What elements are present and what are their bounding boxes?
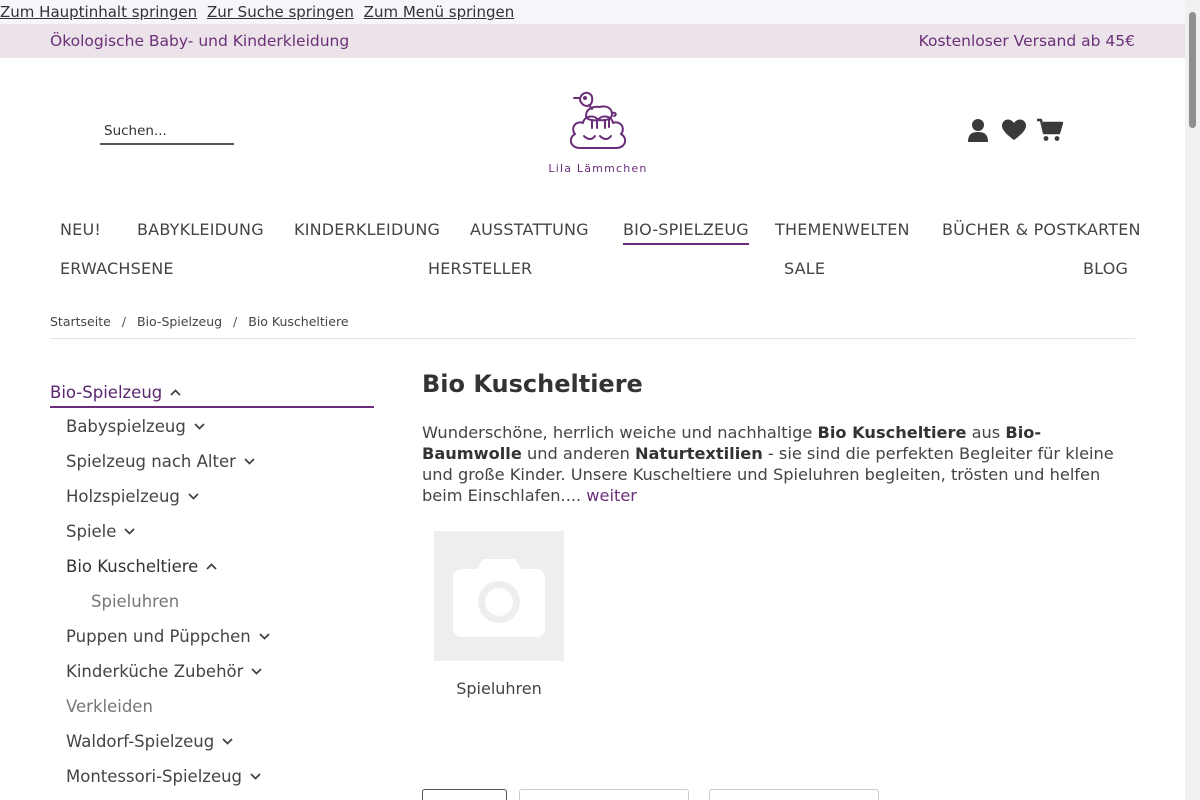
heart-icon	[1002, 119, 1026, 140]
nav-item-themenwelten[interactable]: THEMENWELTEN	[775, 220, 910, 239]
breadcrumb-separator: /	[233, 314, 238, 329]
nav-item-blog[interactable]: BLOG	[1083, 259, 1128, 278]
breadcrumb-home[interactable]: Startseite	[50, 314, 111, 329]
sidebar-heading[interactable]: Bio-Spielzeug	[50, 378, 374, 408]
chevron-up-icon	[170, 388, 181, 396]
subcategory-thumbnail	[434, 531, 564, 661]
cart-button[interactable]	[1037, 117, 1063, 143]
sidebar-item-verkleiden[interactable]: Verkleiden	[66, 697, 153, 716]
skip-to-search-link[interactable]: Zur Suche springen	[207, 3, 354, 21]
nav-item-kinderkleidung[interactable]: KINDERKLEIDUNG	[294, 220, 440, 239]
sidebar-item-babyspielzeug[interactable]: Babyspielzeug	[66, 417, 205, 436]
logo-text: Lila Lämmchen	[548, 162, 648, 175]
search-box	[100, 118, 234, 145]
sidebar-item-bio-kuscheltiere[interactable]: Bio Kuscheltiere	[66, 557, 217, 576]
nav-item-erwachsene[interactable]: ERWACHSENE	[60, 259, 174, 278]
category-sidebar: Bio-Spielzeug Babyspielzeug Spielzeug na…	[50, 378, 374, 786]
sidebar-item-kinderkueche[interactable]: Kinderküche Zubehör	[66, 662, 263, 681]
breadcrumb-separator: /	[121, 314, 127, 329]
nav-item-bio-spielzeug[interactable]: BIO-SPIELZEUG	[623, 220, 749, 245]
page-scrollbar[interactable]	[1185, 0, 1200, 800]
breadcrumb-current[interactable]: Bio Kuscheltiere	[248, 314, 348, 329]
subcategory-card-spieluhren[interactable]: Spieluhren	[434, 531, 564, 698]
sidebar-item-spiele[interactable]: Spiele	[66, 522, 136, 541]
chevron-down-icon	[244, 458, 255, 465]
nav-item-ausstattung[interactable]: AUSSTATTUNG	[470, 220, 589, 239]
category-description: Wunderschöne, herrlich weiche und nachha…	[422, 423, 1114, 505]
breadcrumb-bio-spielzeug[interactable]: Bio-Spielzeug	[137, 314, 222, 329]
search-input[interactable]	[100, 118, 234, 143]
skip-links: Zum Hauptinhalt springen Zur Suche sprin…	[0, 0, 1185, 24]
sidebar-heading-label: Bio-Spielzeug	[50, 382, 163, 402]
sort-select[interactable]	[519, 789, 689, 800]
sidebar-item-montessori[interactable]: Montessori-Spielzeug	[66, 767, 261, 786]
sidebar-item-holzspielzeug[interactable]: Holzspielzeug	[66, 487, 199, 506]
chevron-down-icon	[222, 738, 233, 745]
chevron-down-icon	[188, 493, 199, 500]
nav-item-babykleidung[interactable]: BABYKLEIDUNG	[137, 220, 264, 239]
page-title: Bio Kuscheltiere	[422, 370, 643, 398]
breadcrumb-divider	[50, 338, 1135, 339]
chevron-down-icon	[124, 528, 136, 535]
skip-to-content-link[interactable]: Zum Hauptinhalt springen	[0, 3, 197, 21]
header-icons	[965, 117, 1063, 143]
filter-button[interactable]	[422, 789, 507, 800]
sidebar-item-puppen[interactable]: Puppen und Püppchen	[66, 627, 270, 646]
account-button[interactable]	[965, 117, 991, 143]
topbar-shipping-info: Kostenloser Versand ab 45€	[918, 32, 1135, 50]
nav-item-sale[interactable]: SALE	[784, 259, 825, 278]
chevron-down-icon	[259, 633, 270, 640]
nav-item-buecher-postkarten[interactable]: BÜCHER & POSTKARTEN	[942, 220, 1141, 239]
camera-placeholder-icon	[453, 559, 545, 637]
chevron-up-icon	[206, 563, 217, 570]
topbar-tagline: Ökologische Baby- und Kinderkleidung	[50, 32, 350, 50]
nav-item-hersteller[interactable]: HERSTELLER	[428, 259, 532, 278]
skip-to-menu-link[interactable]: Zum Menü springen	[364, 3, 515, 21]
nav-item-neu[interactable]: NEU!	[60, 220, 101, 239]
site-logo[interactable]: Lila Lämmchen	[545, 86, 651, 182]
user-icon	[968, 119, 988, 142]
per-page-select[interactable]	[709, 789, 879, 800]
sidebar-item-spieluhren[interactable]: Spieluhren	[91, 592, 179, 611]
chevron-down-icon	[194, 423, 205, 430]
subcategory-label: Spieluhren	[456, 679, 542, 698]
scrollbar-thumb[interactable]	[1189, 12, 1196, 128]
read-more-link[interactable]: weiter	[586, 486, 637, 505]
wishlist-button[interactable]	[1001, 117, 1027, 143]
sidebar-item-spielzeug-nach-alter[interactable]: Spielzeug nach Alter	[66, 452, 255, 471]
breadcrumb: Startseite / Bio-Spielzeug / Bio Kuschel…	[50, 314, 349, 329]
top-info-bar: Ökologische Baby- und Kinderkleidung Kos…	[0, 24, 1185, 58]
sidebar-item-waldorf[interactable]: Waldorf-Spielzeug	[66, 732, 233, 751]
chevron-down-icon	[251, 668, 263, 675]
chevron-down-icon	[250, 773, 261, 780]
lamb-on-cloud-logo	[569, 91, 627, 149]
cart-icon	[1037, 118, 1063, 141]
